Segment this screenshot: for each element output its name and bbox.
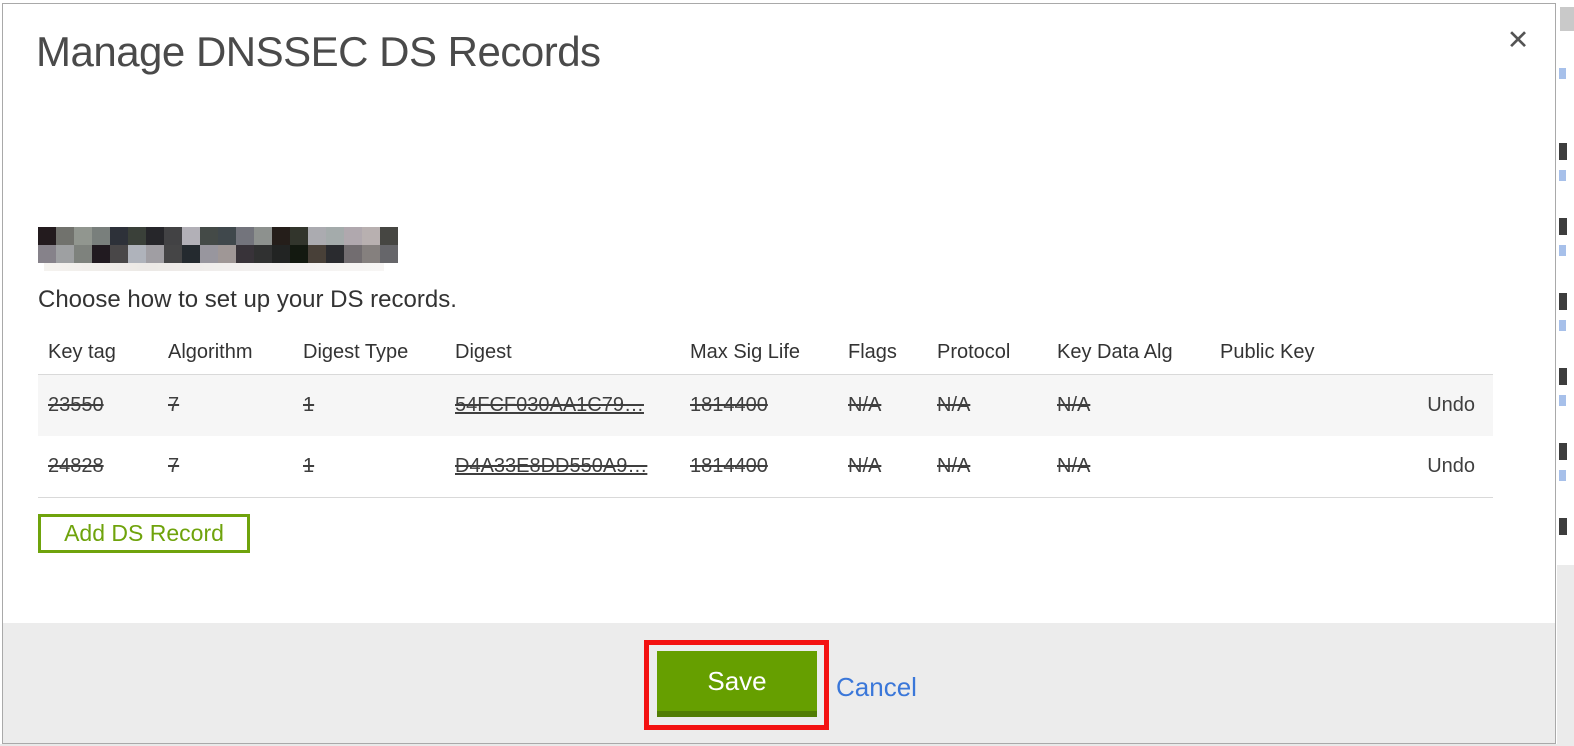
redaction-pixel [380,245,398,263]
undo-link[interactable]: Undo [1427,375,1475,436]
redaction-pixel [308,227,326,245]
redaction-pixel [254,245,272,263]
table-row: 23550 7 1 54FCF030AA1C79… 1814400 N/A N/… [38,375,1493,436]
redaction-pixel [110,245,128,263]
domain-name-redacted [38,227,398,263]
cell-digest[interactable]: D4A33E8DD550A9… [455,436,647,497]
redaction-pixel [164,245,182,263]
redaction-pixel [290,245,308,263]
cell-protocol: N/A [937,394,971,416]
redaction-pixel [38,245,56,263]
redaction-pixel [362,227,380,245]
background-fragment [1559,518,1567,535]
redaction-pixel [308,245,326,263]
redaction-pixel [218,227,236,245]
domain-name-redacted-fringe [44,263,384,271]
redaction-pixel [164,227,182,245]
header-flags: Flags [848,341,897,363]
screen: Manage DNSSEC DS Records ✕ Choose how to… [0,0,1574,746]
background-fragment [1559,293,1567,310]
modal-title: Manage DNSSEC DS Records [36,28,601,75]
redaction-pixel [92,227,110,245]
cell-algorithm: 7 [168,394,180,416]
background-page-sliver [1557,0,1574,746]
table-header-row: Key tag Algorithm Digest Type Digest Max… [38,330,1493,374]
add-ds-record-button[interactable]: Add DS Record [38,514,250,553]
header-max-sig-life: Max Sig Life [690,341,801,363]
redaction-pixel [110,227,128,245]
background-fragment [1560,7,1574,31]
redaction-pixel [56,227,74,245]
cell-digest[interactable]: 54FCF030AA1C79… [455,375,644,436]
cell-digest-type: 1 [303,455,315,477]
background-fragment [1559,245,1566,256]
background-fragment [1559,443,1567,460]
header-digest: Digest [455,341,512,363]
redaction-pixel [254,227,272,245]
cell-flags: N/A [848,394,882,416]
cell-key-data-alg: N/A [1057,394,1091,416]
redaction-pixel [38,227,56,245]
close-icon[interactable]: ✕ [1498,20,1538,60]
background-fragment [1559,143,1567,160]
header-protocol: Protocol [937,341,1011,363]
redaction-pixel [200,245,218,263]
redaction-pixel [272,227,290,245]
redaction-pixel [92,245,110,263]
header-algorithm: Algorithm [168,341,253,363]
ds-records-table: Key tag Algorithm Digest Type Digest Max… [38,330,1493,498]
redaction-pixel [128,227,146,245]
redaction-pixel [74,245,92,263]
redaction-pixel [182,245,200,263]
cell-algorithm: 7 [168,455,180,477]
cell-protocol: N/A [937,455,971,477]
background-fragment [1559,218,1567,235]
redaction-pixel [182,227,200,245]
background-fragment [1557,565,1574,746]
background-fragment [1559,320,1566,331]
redaction-pixel [290,227,308,245]
cell-digest-type: 1 [303,394,315,416]
background-fragment [1559,170,1566,181]
header-digest-type: Digest Type [303,341,409,363]
cancel-link[interactable]: Cancel [836,672,917,703]
cell-max-sig-life: 1814400 [690,394,768,416]
redaction-pixel [74,227,92,245]
background-fragment [1559,470,1566,481]
table-body: 23550 7 1 54FCF030AA1C79… 1814400 N/A N/… [38,374,1493,498]
cell-flags: N/A [848,455,882,477]
header-key-tag: Key tag [48,341,116,363]
background-fragment [1559,368,1567,385]
background-fragment [1559,395,1566,406]
redaction-pixel [236,227,254,245]
redaction-pixel [146,227,164,245]
redaction-pixel [218,245,236,263]
redaction-pixel [272,245,290,263]
cell-key-data-alg: N/A [1057,455,1091,477]
header-key-data-alg: Key Data Alg [1057,341,1173,363]
undo-link[interactable]: Undo [1427,436,1475,497]
redaction-pixel [326,227,344,245]
header-public-key: Public Key [1220,341,1315,363]
cell-key-tag: 23550 [48,394,104,416]
redaction-pixel [200,227,218,245]
cell-max-sig-life: 1814400 [690,455,768,477]
save-button[interactable]: Save [657,651,817,717]
redaction-pixel [56,245,74,263]
redaction-pixel [362,245,380,263]
redaction-pixel [380,227,398,245]
redaction-pixel [236,245,254,263]
background-fragment [1559,68,1566,79]
redaction-pixel [146,245,164,263]
redaction-pixel [326,245,344,263]
table-row: 24828 7 1 D4A33E8DD550A9… 1814400 N/A N/… [38,436,1493,497]
redaction-pixel [128,245,146,263]
cell-key-tag: 24828 [48,455,104,477]
redaction-pixel [344,245,362,263]
instruction-text: Choose how to set up your DS records. [38,286,457,313]
redaction-pixel [344,227,362,245]
